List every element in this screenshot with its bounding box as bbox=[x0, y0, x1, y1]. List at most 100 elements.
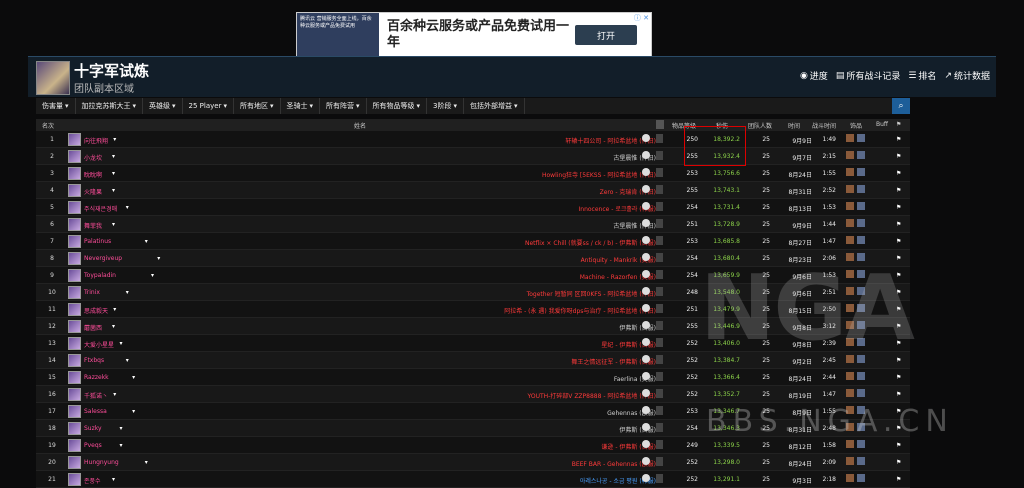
video-icon[interactable] bbox=[656, 372, 663, 381]
guild-server-link[interactable]: 阿拉希 - (永 遇) 我爱你呀dps与治疗 - 阿拉希盆地 (怀旧) bbox=[386, 306, 656, 315]
chevron-down-icon[interactable]: ▾ bbox=[112, 323, 115, 330]
chevron-down-icon[interactable]: ▾ bbox=[120, 340, 123, 347]
chevron-down-icon[interactable]: ▾ bbox=[112, 187, 115, 194]
video-icon[interactable] bbox=[656, 406, 663, 415]
video-icon[interactable] bbox=[656, 389, 663, 398]
player-name-link[interactable]: Palatinus bbox=[84, 238, 111, 245]
player-name-link[interactable]: 千狐诺丶 bbox=[84, 391, 108, 400]
flag-icon[interactable]: ⚑ bbox=[896, 187, 901, 194]
search-icon[interactable]: ⌕ bbox=[892, 98, 910, 114]
table-row[interactable]: 20 Hungnyung ▾ BEEF BAR - Gehennas (欧服) 252 1… bbox=[36, 454, 910, 471]
guild-server-link[interactable]: Faerlina (美服) bbox=[386, 374, 656, 383]
trinket-icon[interactable] bbox=[846, 134, 854, 142]
guild-server-link[interactable]: Innocence - 로크홀라 (韩服) bbox=[386, 204, 656, 213]
filter-dropdown[interactable]: 所有阵营 ▾ bbox=[320, 98, 367, 114]
flag-icon[interactable]: ⚑ bbox=[896, 374, 901, 381]
flag-icon[interactable]: ⚑ bbox=[896, 221, 901, 228]
dps-cell[interactable]: 13,352.7 bbox=[704, 391, 740, 398]
player-name-link[interactable]: 思成毅天 bbox=[84, 306, 108, 315]
trinket-icon[interactable] bbox=[857, 202, 865, 210]
chevron-down-icon[interactable]: ▾ bbox=[112, 153, 115, 160]
dps-cell[interactable]: 13,291.1 bbox=[704, 476, 740, 483]
table-row[interactable]: 16 千狐诺丶 ▾ YOUTH-打碎部V ZZP8888 - 阿拉希盆地 (怀旧) 25… bbox=[36, 386, 910, 403]
trinket-icon[interactable] bbox=[846, 219, 854, 227]
flag-icon[interactable]: ⚑ bbox=[896, 153, 901, 160]
player-name-link[interactable]: Pveqs bbox=[84, 442, 102, 449]
player-name-link[interactable]: Hungnyung bbox=[84, 459, 119, 466]
video-icon[interactable] bbox=[656, 270, 663, 279]
flag-icon[interactable]: ⚑ bbox=[896, 476, 901, 483]
chevron-down-icon[interactable]: ▾ bbox=[157, 255, 160, 262]
flag-icon[interactable]: ⚑ bbox=[896, 238, 901, 245]
chevron-down-icon[interactable]: ▾ bbox=[112, 170, 115, 177]
filter-dropdown[interactable]: 圣骑士 ▾ bbox=[281, 98, 321, 114]
player-name-link[interactable]: Nevergiveup bbox=[84, 255, 122, 262]
nav-ranking[interactable]: ☰ 排名 bbox=[908, 69, 936, 83]
player-name-link[interactable]: 주식재은경매 bbox=[84, 204, 117, 213]
flag-icon[interactable]: ⚑ bbox=[896, 459, 901, 466]
filter-dropdown[interactable]: 加拉克苏斯大王 ▾ bbox=[76, 98, 144, 114]
guild-server-link[interactable]: 古堡晨惟 (怀旧) bbox=[386, 153, 656, 162]
trinket-icon[interactable] bbox=[857, 372, 865, 380]
guild-server-link[interactable]: Netflix × Chill (就要ss / ck / b) - 伊弗斯 (台… bbox=[386, 238, 656, 247]
nav-progress[interactable]: ◉ 进度 bbox=[800, 69, 828, 83]
col-group[interactable]: 团队人数 bbox=[748, 121, 772, 130]
guild-server-link[interactable]: 伊弗斯 (台服) bbox=[386, 425, 656, 434]
video-icon[interactable] bbox=[656, 304, 663, 313]
player-name-link[interactable]: 小龙坎 bbox=[84, 153, 102, 162]
filter-dropdown[interactable]: 25 Player ▾ bbox=[183, 98, 234, 114]
trinket-icon[interactable] bbox=[857, 219, 865, 227]
guild-server-link[interactable]: 舞王之情远征军 - 伊弗斯 (台服) bbox=[386, 357, 656, 366]
table-row[interactable]: 21 존풍수 ▾ 아레스나공 - 소금 평원 (韩服) 252 13,291.1 25 9月3… bbox=[36, 471, 910, 488]
trinket-icon[interactable] bbox=[857, 440, 865, 448]
filter-dropdown[interactable]: 3阶段 ▾ bbox=[427, 98, 465, 114]
table-row[interactable]: 5 주식재은경매 ▾ Innocence - 로크홀라 (韩服) 254 13,731.4… bbox=[36, 199, 910, 216]
guild-server-link[interactable]: Machine - Razorfen (美服) bbox=[386, 272, 656, 281]
chevron-down-icon[interactable]: ▾ bbox=[151, 272, 154, 279]
player-name-link[interactable]: Razzekk bbox=[84, 374, 109, 381]
dps-cell[interactable]: 13,756.6 bbox=[704, 170, 740, 177]
table-row[interactable]: 3 眈眈啊 ▾ Howling狂寺 [5EKSS - 阿拉希盆地 (怀旧) 253 13,… bbox=[36, 165, 910, 182]
video-icon[interactable] bbox=[656, 236, 663, 245]
video-icon[interactable] bbox=[656, 134, 663, 143]
video-icon[interactable] bbox=[656, 474, 663, 483]
chevron-down-icon[interactable]: ▾ bbox=[126, 357, 129, 364]
trinket-icon[interactable] bbox=[857, 236, 865, 244]
player-name-link[interactable]: Trinix bbox=[84, 289, 100, 296]
filter-dropdown[interactable]: 所有物品等级 ▾ bbox=[367, 98, 428, 114]
table-row[interactable]: 6 舞菲我 ▾ 古堡晨惟 (怀旧) 251 13,728.9 25 9月9日 1:44 ⚑ bbox=[36, 216, 910, 233]
guild-server-link[interactable]: 轩辕十四公司 - 阿拉希盆地 (怀旧) bbox=[386, 136, 656, 145]
video-icon[interactable] bbox=[656, 321, 663, 330]
guild-server-link[interactable]: 谦逊 - 伊弗斯 (台服) bbox=[386, 442, 656, 451]
dps-cell[interactable]: 13,298.0 bbox=[704, 459, 740, 466]
chevron-down-icon[interactable]: ▾ bbox=[112, 476, 115, 483]
trinket-icon[interactable] bbox=[846, 440, 854, 448]
guild-server-link[interactable]: 伊弗斯 (台服) bbox=[386, 323, 656, 332]
player-name-link[interactable]: 존풍수 bbox=[84, 476, 101, 485]
trinket-icon[interactable] bbox=[846, 474, 854, 482]
video-icon[interactable] bbox=[656, 202, 663, 211]
guild-server-link[interactable]: 아레스나공 - 소금 평원 (韩服) bbox=[386, 476, 656, 485]
video-icon[interactable] bbox=[656, 253, 663, 262]
chevron-down-icon[interactable]: ▾ bbox=[113, 391, 116, 398]
trinket-icon[interactable] bbox=[857, 389, 865, 397]
flag-icon[interactable]: ⚑ bbox=[896, 170, 901, 177]
dps-cell[interactable]: 13,731.4 bbox=[704, 204, 740, 211]
player-name-link[interactable]: 向往飛翔 bbox=[84, 136, 108, 145]
trinket-icon[interactable] bbox=[857, 185, 865, 193]
trinket-icon[interactable] bbox=[846, 236, 854, 244]
filter-dropdown[interactable]: 英雄级 ▾ bbox=[143, 98, 183, 114]
trinket-icon[interactable] bbox=[846, 389, 854, 397]
chevron-down-icon[interactable]: ▾ bbox=[126, 204, 129, 211]
chevron-down-icon[interactable]: ▾ bbox=[113, 306, 116, 313]
guild-server-link[interactable]: Howling狂寺 [5EKSS - 阿拉希盆地 (怀旧) bbox=[386, 170, 656, 179]
chevron-down-icon[interactable]: ▾ bbox=[112, 221, 115, 228]
filter-dropdown[interactable]: 伤害量 ▾ bbox=[36, 98, 76, 114]
player-name-link[interactable]: 眈眈啊 bbox=[84, 170, 102, 179]
video-icon[interactable] bbox=[656, 151, 663, 160]
player-name-link[interactable]: Ftxbqs bbox=[84, 357, 104, 364]
flag-icon[interactable]: ⚑ bbox=[896, 442, 901, 449]
dps-cell[interactable]: 13,366.4 bbox=[704, 374, 740, 381]
video-icon[interactable] bbox=[656, 287, 663, 296]
player-name-link[interactable]: 火隆果 bbox=[84, 187, 102, 196]
